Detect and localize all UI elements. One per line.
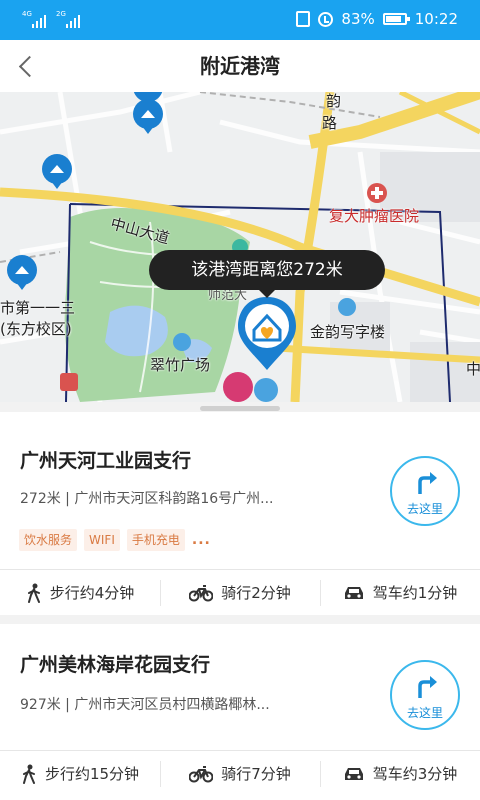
- map-label-square: 翠竹广场: [150, 356, 211, 374]
- navigate-button[interactable]: 去这里: [390, 660, 460, 730]
- signal-network-label: 4G: [22, 10, 32, 18]
- bike-time: 骑行2分钟: [221, 584, 291, 602]
- travel-options: 步行约15分钟 骑行7分钟 驾车约3分钟: [0, 750, 480, 796]
- map-label-road: 路: [322, 114, 338, 132]
- back-button[interactable]: [12, 50, 42, 82]
- page-title: 附近港湾: [200, 54, 280, 78]
- bike-option[interactable]: 骑行7分钟: [160, 751, 320, 796]
- walk-option[interactable]: 步行约4分钟: [0, 570, 160, 615]
- branch-name: 广州天河工业园支行: [20, 450, 192, 472]
- car-icon: [344, 586, 363, 599]
- map-label-hospital: 复大肿瘤医院: [329, 207, 420, 225]
- sheet-drag-handle[interactable]: [200, 406, 280, 411]
- status-bar: 4G 2G 83% 10:22: [0, 0, 480, 40]
- bike-time: 骑行7分钟: [221, 765, 291, 783]
- signal-icon-2: 2G: [56, 10, 82, 28]
- walk-time: 步行约15分钟: [44, 765, 140, 783]
- service-tag: 饮水服务: [19, 529, 78, 551]
- map-view[interactable]: 中山大道 韵 路 复大肿瘤医院 金韵写字楼 翠竹广场 市第一一三 (东方校区) …: [0, 92, 480, 402]
- service-tag: 手机充电: [126, 529, 185, 551]
- battery-percent: 83%: [341, 10, 375, 28]
- turn-right-arrow-icon: [418, 676, 437, 698]
- walk-icon: [27, 583, 40, 603]
- map-label-road: 韵: [326, 92, 342, 110]
- walk-icon: [22, 764, 35, 784]
- selected-branch-pin-icon: [238, 297, 296, 370]
- car-icon: [344, 767, 363, 780]
- navigate-button[interactable]: 去这里: [390, 456, 460, 526]
- bicycle-icon: [189, 765, 214, 782]
- location-icon: [223, 372, 253, 402]
- travel-options: 步行约4分钟 骑行2分钟 驾车约1分钟: [0, 569, 480, 615]
- nav-header: 附近港湾: [0, 40, 480, 92]
- signal-icon: 4G: [22, 10, 48, 28]
- navigate-button-label: 去这里: [406, 706, 443, 720]
- map-label-road: 中: [466, 360, 480, 378]
- more-tags-ellipsis[interactable]: ...: [192, 532, 211, 548]
- branch-address: 272米 | 广州市天河区科韵路16号广州...: [20, 491, 274, 507]
- map-label-building: 金韵写字楼: [310, 323, 386, 341]
- navigate-button-label: 去这里: [406, 502, 443, 516]
- vibrate-icon: [296, 11, 311, 27]
- signal-indicators: 4G 2G: [22, 10, 82, 28]
- branch-card[interactable]: 广州美林海岸花园支行 927米 | 广州市天河区员村四横路椰林... 去这里 步…: [0, 624, 480, 800]
- distance-tooltip: 该港湾距离您272米: [149, 250, 385, 298]
- drive-option[interactable]: 驾车约3分钟: [320, 751, 480, 796]
- branch-card[interactable]: 广州天河工业园支行 272米 | 广州市天河区科韵路16号广州... 饮水服务 …: [0, 412, 480, 615]
- alarm-icon: [318, 11, 334, 27]
- map-canvas: [0, 92, 480, 402]
- service-tag: WIFI: [84, 529, 120, 551]
- walk-option[interactable]: 步行约15分钟: [0, 751, 160, 796]
- map-label-school: 市第一一三: [0, 299, 76, 317]
- branch-pin-icon: [7, 255, 37, 290]
- clock: 10:22: [414, 10, 458, 28]
- drive-time: 驾车约1分钟: [372, 584, 458, 602]
- bike-option[interactable]: 骑行2分钟: [160, 570, 320, 615]
- map-label-school: (东方校区): [0, 320, 72, 338]
- branch-pin-icon: [42, 154, 72, 189]
- drive-option[interactable]: 驾车约1分钟: [320, 570, 480, 615]
- battery-icon: [382, 13, 410, 25]
- turn-right-arrow-icon: [418, 472, 437, 494]
- status-right: 83% 10:22: [296, 10, 458, 28]
- metro-icon: [60, 373, 78, 391]
- signal-network-label-2: 2G: [56, 10, 66, 18]
- service-tags: 饮水服务 WIFI 手机充电 ...: [19, 529, 211, 551]
- place-icon: [173, 333, 191, 351]
- drive-time: 驾车约3分钟: [372, 765, 458, 783]
- building-icon: [338, 298, 356, 316]
- bicycle-icon: [189, 584, 214, 601]
- walk-time: 步行约4分钟: [49, 584, 135, 602]
- branch-address: 927米 | 广州市天河区员村四横路椰林...: [20, 697, 270, 713]
- branch-name: 广州美林海岸花园支行: [20, 654, 211, 676]
- lake-area: [105, 305, 168, 357]
